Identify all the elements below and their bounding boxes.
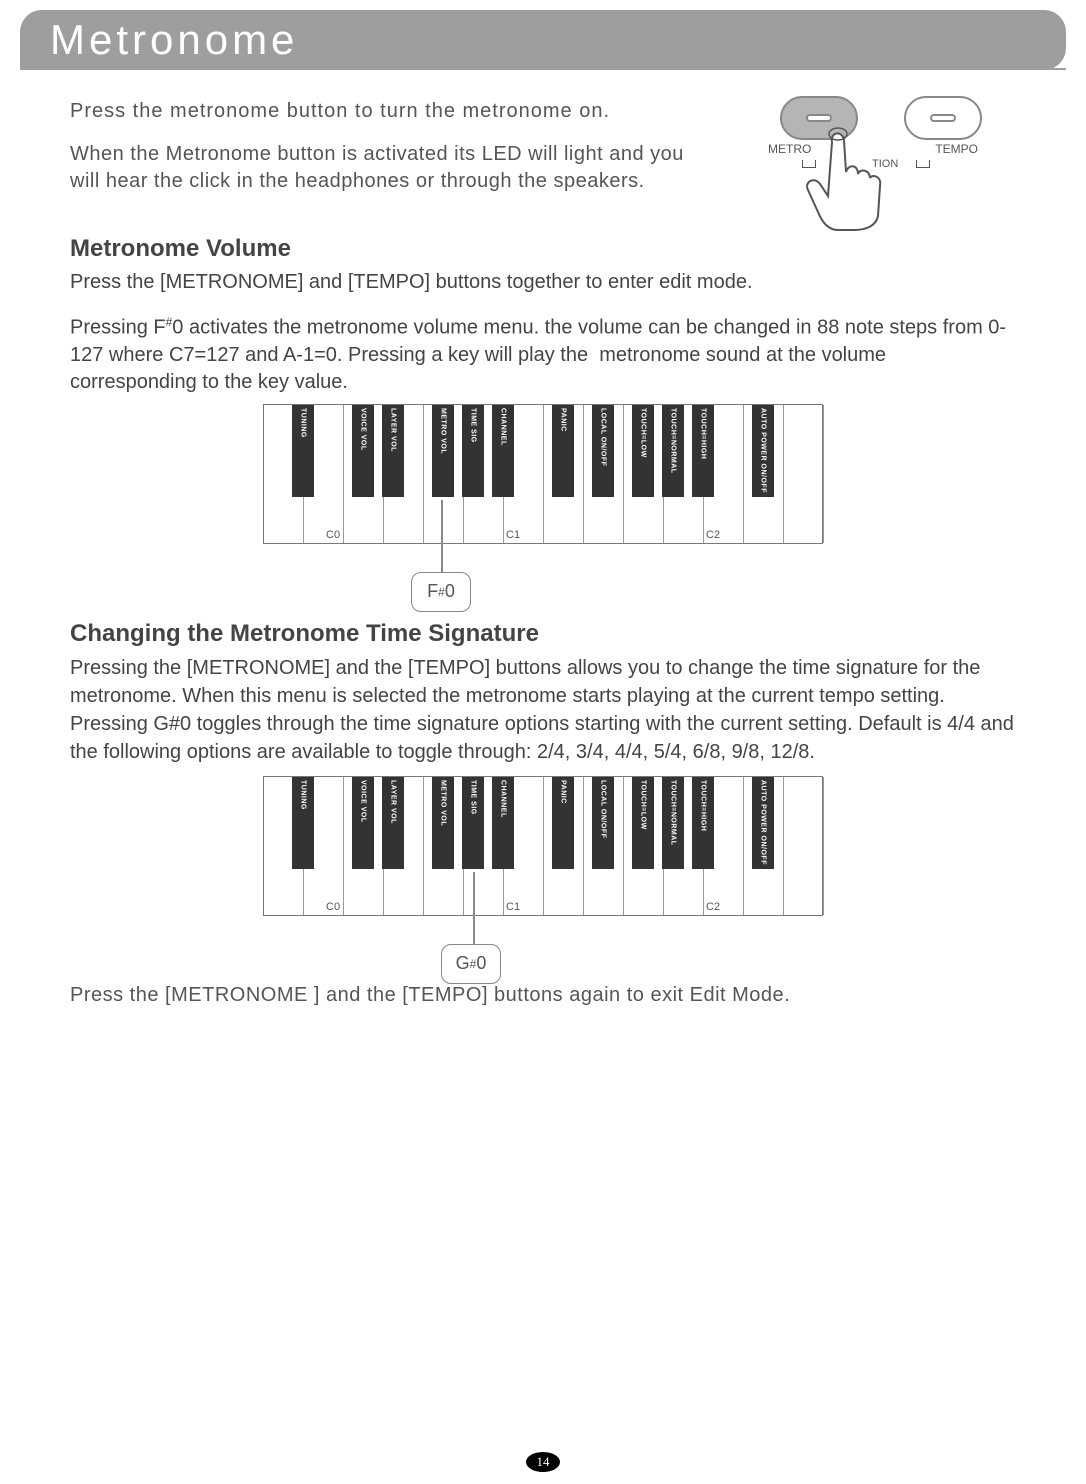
black-key: LOCAL ON/OFF [592,777,614,869]
bracket-icon [916,160,930,168]
timesig-section-title: Changing the Metronome Time Signature [70,620,1016,648]
black-key-label: TOUCH=HIGH [700,408,707,459]
keyboard-diagram-2: C0 C1 C2 TUNING VOICE VOL LAYER VOL METRO VOL T… [263,776,823,916]
black-key-label: TOUCH=HIGH [700,780,707,831]
black-key: TOUCH=NORMAL [662,405,684,497]
exit-edit-mode-text: Press the [METRONOME ] and the [TEMPO] b… [70,984,1016,1007]
black-key-label: PANIC [560,408,567,432]
black-key: AUTO POWER ON/OFF [752,777,774,869]
black-key: TIME SIG [462,405,484,497]
black-key-label: TOUCH=LOW [640,408,647,458]
tempo-button-graphic [904,96,982,140]
hand-press-icon [794,124,904,234]
callout-g-sharp-0: G#0 [441,944,501,984]
white-key-label: C1 [506,529,520,541]
black-key-label: TOUCH=LOW [640,780,647,830]
buttons-diagram: METRO TEMPO TION [766,96,996,236]
black-key: TIME SIG [462,777,484,869]
black-key-label: AUTO POWER ON/OFF [760,780,767,865]
button-slot-icon [930,114,956,122]
page-number: 14 [526,1452,560,1472]
page-title: Metronome [20,16,298,64]
white-key-label: C0 [326,529,340,541]
black-key: CHANNEL [492,777,514,869]
intro-line-2: When the Metronome button is activated i… [70,141,710,195]
black-key-label: TIME SIG [470,408,477,443]
white-key-label: C2 [706,529,720,541]
header-pill: Metronome [20,10,1066,70]
callout-line [441,500,443,574]
black-key: PANIC [552,405,574,497]
keyboard-diagram-1: C0 C1 C2 TUNING VOICE VOL LAYER VOL METRO VOL T… [263,404,823,544]
black-key: CHANNEL [492,405,514,497]
black-key: TOUCH=HIGH [692,777,714,869]
black-key-label: METRO VOL [440,780,447,826]
volume-section-title: Metronome Volume [70,235,1016,263]
white-key-label: C2 [706,901,720,913]
black-key-label: CHANNEL [500,780,507,818]
volume-p2: Pressing F#0 activates the metronome vol… [70,314,1016,396]
black-key-label: AUTO POWER ON/OFF [760,408,767,493]
header-rule [20,68,1066,70]
black-key-label: VOICE VOL [360,408,367,451]
black-key-label: CHANNEL [500,408,507,446]
black-key: TOUCH=HIGH [692,405,714,497]
black-key-label: VOICE VOL [360,780,367,823]
black-key-label: PANIC [560,780,567,804]
white-key [784,777,824,915]
black-key-label: TIME SIG [470,780,477,815]
timesig-p1: Pressing the [METRONOME] and the [TEMPO]… [70,654,1016,766]
black-key: PANIC [552,777,574,869]
page-header: Metronome [20,10,1066,70]
black-key: TUNING [292,405,314,497]
black-key: METRO VOL [432,777,454,869]
black-key: VOICE VOL [352,777,374,869]
black-key-label: LOCAL ON/OFF [600,780,607,838]
black-key: AUTO POWER ON/OFF [752,405,774,497]
black-key: TUNING [292,777,314,869]
black-key: METRO VOL [432,405,454,497]
white-key-label: C1 [506,901,520,913]
white-key-label: C0 [326,901,340,913]
black-key: LAYER VOL [382,777,404,869]
callout-line [473,872,475,946]
black-key: LOCAL ON/OFF [592,405,614,497]
white-key [784,405,824,543]
button-slot-icon [806,114,832,122]
black-key-label: METRO VOL [440,408,447,454]
black-key: VOICE VOL [352,405,374,497]
black-key: LAYER VOL [382,405,404,497]
tempo-button-label: TEMPO [935,142,978,156]
black-key-label: TOUCH=NORMAL [670,408,677,474]
callout-f-sharp-0: F#0 [411,572,471,612]
black-key-label: TUNING [300,780,307,810]
black-key-label: TUNING [300,408,307,438]
volume-p1: Press the [METRONOME] and [TEMPO] button… [70,269,1016,296]
black-key-label: LAYER VOL [390,408,397,452]
black-key: TOUCH=LOW [632,405,654,497]
black-key-label: LOCAL ON/OFF [600,408,607,466]
black-key-label: LAYER VOL [390,780,397,824]
black-key: TOUCH=NORMAL [662,777,684,869]
black-key: TOUCH=LOW [632,777,654,869]
black-key-label: TOUCH=NORMAL [670,780,677,846]
